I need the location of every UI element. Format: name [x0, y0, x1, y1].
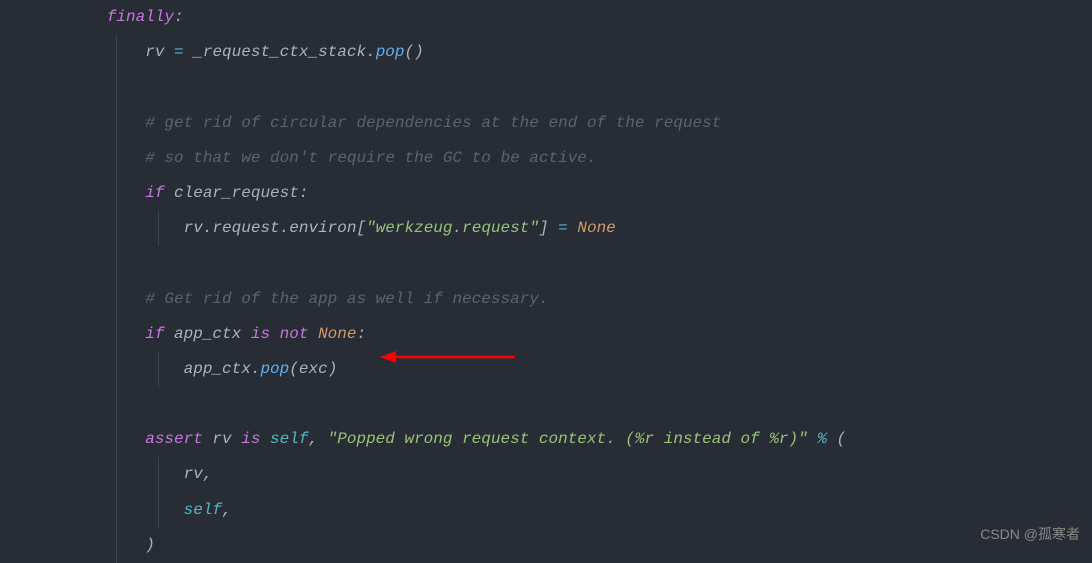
indent-guide — [116, 282, 117, 317]
indent-guide — [158, 352, 159, 387]
code-token: . — [203, 219, 213, 237]
code-token: = — [558, 219, 568, 237]
code-token: finally — [107, 8, 174, 26]
code-line: finally: — [30, 0, 1092, 35]
watermark-text: CSDN @孤寒者 — [980, 519, 1080, 550]
code-token: , — [222, 501, 232, 519]
indent-guide — [116, 352, 117, 387]
code-token: "Popped wrong request context. (%r inste… — [328, 430, 808, 448]
code-token: # Get rid of the app as well if necessar… — [145, 290, 548, 308]
code-line — [30, 387, 1092, 422]
indent-guide — [158, 211, 159, 246]
code-token: : — [174, 8, 184, 26]
code-token — [270, 325, 280, 343]
indent-guide — [116, 422, 117, 457]
code-token: app_ctx — [184, 360, 251, 378]
code-token: rv — [184, 219, 203, 237]
code-token: : — [299, 184, 309, 202]
indent-guide — [116, 457, 117, 492]
code-line: rv, — [30, 457, 1092, 492]
code-token: % — [817, 430, 827, 448]
code-token: self — [270, 430, 308, 448]
code-line: if app_ctx is not None: — [30, 317, 1092, 352]
code-token — [808, 430, 818, 448]
code-token: () — [405, 43, 424, 61]
code-line: # Get rid of the app as well if necessar… — [30, 282, 1092, 317]
indent-guide — [116, 106, 117, 141]
code-line: if clear_request: — [30, 176, 1092, 211]
code-token: : — [356, 325, 366, 343]
code-token: environ — [289, 219, 356, 237]
code-token: = — [174, 43, 184, 61]
indent-guide — [158, 493, 159, 528]
indent-guide — [116, 317, 117, 352]
code-token: # get rid of circular dependencies at th… — [145, 114, 721, 132]
indent-guide — [116, 211, 117, 246]
code-token: if — [145, 184, 164, 202]
code-token: rv — [145, 43, 174, 61]
code-token: [ — [356, 219, 366, 237]
indent-guide — [116, 387, 117, 422]
code-token: not — [280, 325, 309, 343]
code-token: . — [251, 360, 261, 378]
code-token: ) — [145, 536, 155, 554]
indent-guide — [116, 176, 117, 211]
code-token: # so that we don't require the GC to be … — [145, 149, 596, 167]
code-token — [260, 430, 270, 448]
indent-guide — [116, 141, 117, 176]
code-token: self — [184, 501, 222, 519]
code-line: self, — [30, 493, 1092, 528]
code-token: is — [251, 325, 270, 343]
code-token: , — [308, 430, 327, 448]
code-token: None — [318, 325, 356, 343]
code-token: . — [280, 219, 290, 237]
code-token: _request_ctx_stack — [184, 43, 366, 61]
code-token: app_ctx — [164, 325, 250, 343]
code-token: request — [212, 219, 279, 237]
code-token: is — [241, 430, 260, 448]
code-token: pop — [376, 43, 405, 61]
code-token: None — [577, 219, 615, 237]
indent-guide — [116, 246, 117, 281]
code-token — [308, 325, 318, 343]
code-token: assert — [145, 430, 203, 448]
code-line: # get rid of circular dependencies at th… — [30, 106, 1092, 141]
code-token: "werkzeug.request" — [366, 219, 539, 237]
code-token: clear_request — [164, 184, 298, 202]
code-token: , — [203, 465, 213, 483]
indent-guide — [158, 457, 159, 492]
code-token: ( — [827, 430, 846, 448]
code-line: rv.request.environ["werkzeug.request"] =… — [30, 211, 1092, 246]
code-token: rv — [184, 465, 203, 483]
indent-guide — [116, 70, 117, 105]
code-token: . — [366, 43, 376, 61]
code-line: rv = _request_ctx_stack.pop() — [30, 35, 1092, 70]
code-token: ] — [539, 219, 549, 237]
code-line: # so that we don't require the GC to be … — [30, 141, 1092, 176]
code-token: pop — [260, 360, 289, 378]
indent-guide — [116, 493, 117, 528]
code-line — [30, 246, 1092, 281]
code-line: assert rv is self, "Popped wrong request… — [30, 422, 1092, 457]
code-token — [568, 219, 578, 237]
code-token: if — [145, 325, 164, 343]
code-token: ( — [289, 360, 299, 378]
code-editor: finally: rv = _request_ctx_stack.pop() #… — [0, 0, 1092, 563]
code-line: app_ctx.pop(exc) — [30, 352, 1092, 387]
code-token: ) — [328, 360, 338, 378]
code-token — [549, 219, 559, 237]
indent-guide — [116, 35, 117, 70]
code-token: exc — [299, 360, 328, 378]
code-line — [30, 70, 1092, 105]
code-token: rv — [203, 430, 241, 448]
